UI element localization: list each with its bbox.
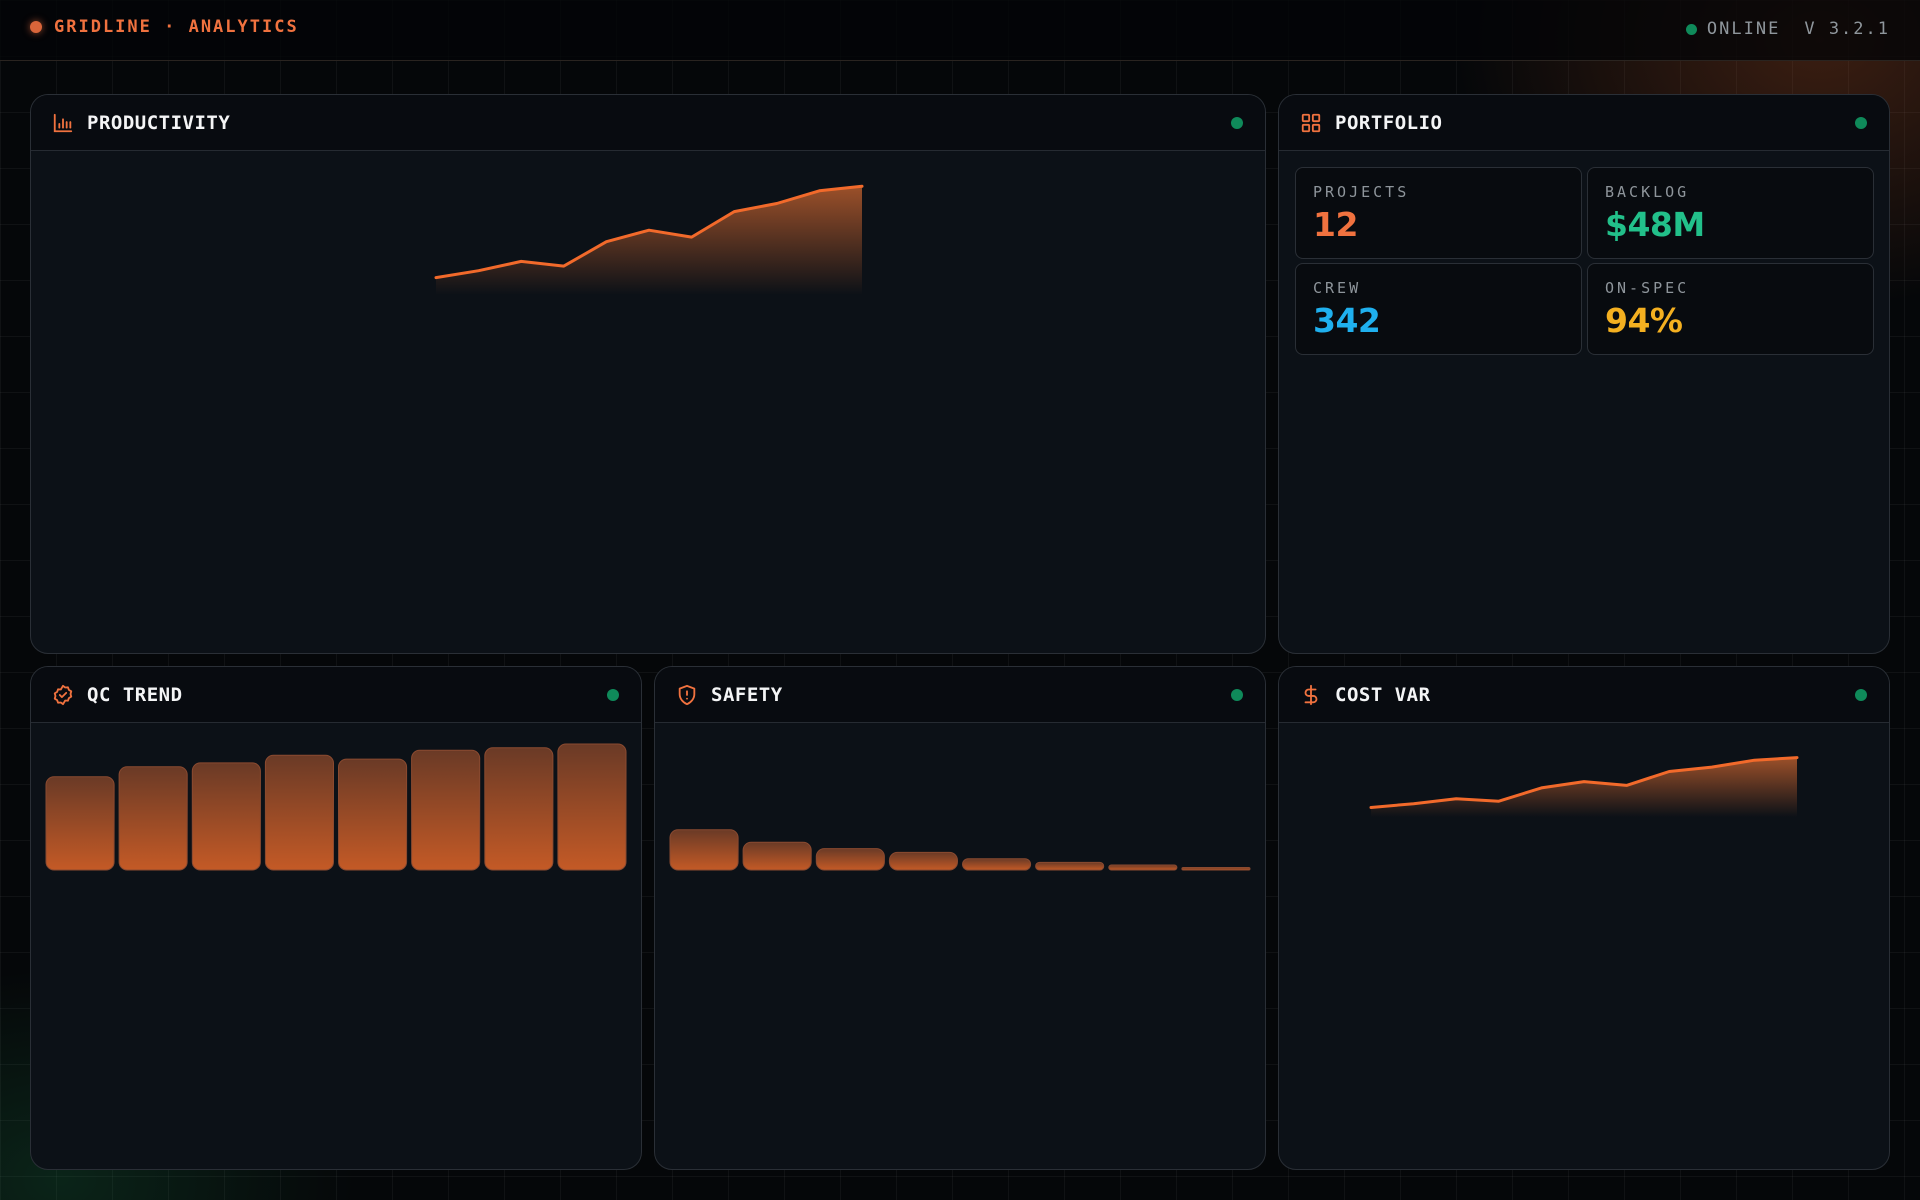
bar: [1035, 861, 1105, 871]
version-label: V 3.2.1: [1804, 19, 1890, 39]
stat-label: ON-SPEC: [1605, 279, 1690, 297]
stat-card-on-spec: ON-SPEC 94%: [1587, 263, 1874, 355]
brand-title: GRIDLINE · ANALYTICS: [54, 17, 299, 37]
safety-panel: SAFETY: [654, 666, 1266, 1170]
area-fill: [436, 186, 862, 295]
brand-dot-icon: [30, 21, 42, 33]
system-status: ONLINE V 3.2.1: [1685, 19, 1890, 39]
bar: [742, 841, 812, 871]
portfolio-panel: PORTFOLIO PROJECTS 12 BACKLOG $48M CREW …: [1278, 94, 1890, 654]
bar: [815, 848, 885, 871]
stat-card-backlog: BACKLOG $48M: [1587, 167, 1874, 259]
bar: [557, 743, 627, 871]
stat-label: BACKLOG: [1605, 183, 1690, 201]
qc-trend-panel: QC TREND: [30, 666, 642, 1170]
productivity-chart: [434, 184, 864, 295]
stat-label: PROJECTS: [1313, 183, 1410, 201]
bar: [264, 754, 334, 871]
stat-value: 94%: [1605, 301, 1683, 340]
bar: [1108, 864, 1178, 871]
area-fill: [1371, 757, 1797, 817]
stat-value: $48M: [1605, 205, 1705, 244]
bar: [962, 858, 1032, 871]
brand: GRIDLINE · ANALYTICS: [30, 17, 299, 37]
cost-var-panel: COST VAR: [1278, 666, 1890, 1170]
online-status-icon: [1685, 23, 1697, 35]
bar: [888, 851, 958, 871]
bar: [118, 766, 188, 871]
stat-value: 12: [1313, 205, 1358, 244]
panel-title: PORTFOLIO: [1335, 111, 1443, 134]
panel-header: PORTFOLIO: [1279, 95, 1889, 151]
bar: [191, 762, 261, 871]
bar: [669, 829, 739, 871]
bar: [484, 747, 554, 871]
stat-card-crew: CREW 342: [1295, 263, 1582, 355]
stat-value: 342: [1313, 301, 1381, 340]
safety-chart: [669, 829, 1251, 871]
productivity-panel: PRODUCTIVITY: [30, 94, 1266, 654]
qc-trend-chart: [45, 743, 627, 871]
bar: [411, 749, 481, 871]
grid-icon: [1299, 111, 1323, 135]
live-indicator-icon: [1855, 117, 1867, 129]
bar: [1181, 867, 1251, 871]
status-label: ONLINE: [1706, 19, 1781, 39]
stat-label: CREW: [1313, 279, 1362, 297]
stat-card-projects: PROJECTS 12: [1295, 167, 1582, 259]
bar: [338, 758, 408, 871]
bar: [45, 776, 115, 871]
cost-var-chart: [1369, 756, 1799, 817]
top-bar: GRIDLINE · ANALYTICS ONLINE V 3.2.1: [0, 0, 1920, 61]
